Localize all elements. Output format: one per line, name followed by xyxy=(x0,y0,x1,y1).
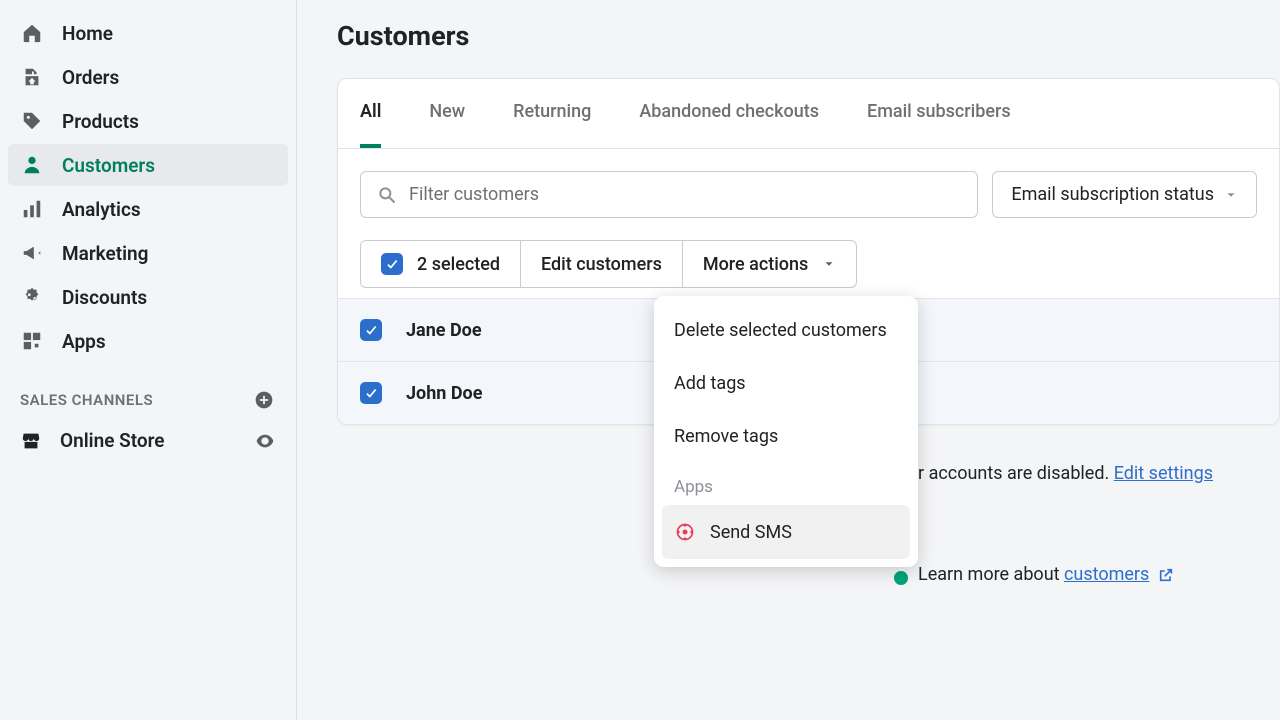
sidebar-item-discounts[interactable]: Discounts xyxy=(8,276,288,318)
tag-icon xyxy=(20,109,44,133)
sidebar-item-label: Customers xyxy=(62,154,155,177)
search-icon xyxy=(377,185,397,205)
customers-link[interactable]: customers xyxy=(1064,564,1149,585)
tabs: All New Returning Abandoned checkouts Em… xyxy=(338,79,1279,149)
menu-delete-customers[interactable]: Delete selected customers xyxy=(662,304,910,357)
channel-online-store[interactable]: Online Store xyxy=(8,420,288,461)
sidebar-item-home[interactable]: Home xyxy=(8,12,288,54)
view-store-button[interactable] xyxy=(254,430,276,452)
sidebar-item-label: Discounts xyxy=(62,286,147,309)
select-all-segment[interactable]: 2 selected xyxy=(360,240,521,288)
menu-add-tags[interactable]: Add tags xyxy=(662,357,910,410)
sms-app-icon xyxy=(674,521,696,543)
sidebar-item-label: Marketing xyxy=(62,242,148,265)
row-checkbox[interactable] xyxy=(360,382,382,404)
sidebar-item-customers[interactable]: Customers xyxy=(8,144,288,186)
customer-name: Jane Doe xyxy=(406,320,482,341)
email-subscription-filter[interactable]: Email subscription status xyxy=(992,171,1257,218)
discount-icon xyxy=(20,285,44,309)
sales-channels-header: SALES CHANNELS xyxy=(8,364,288,420)
sidebar-item-apps[interactable]: Apps xyxy=(8,320,288,362)
selected-count: 2 selected xyxy=(417,254,500,275)
tab-new[interactable]: New xyxy=(429,79,465,148)
plus-circle-icon xyxy=(254,390,274,410)
bullet-dot-icon xyxy=(894,571,908,585)
search-placeholder: Filter customers xyxy=(409,184,539,205)
orders-icon xyxy=(20,65,44,89)
more-actions-button[interactable]: More actions xyxy=(682,240,857,288)
sidebar-item-products[interactable]: Products xyxy=(8,100,288,142)
accounts-disabled-text: r accounts are disabled. xyxy=(918,463,1114,484)
external-link-icon xyxy=(1158,567,1174,583)
chevron-down-icon xyxy=(822,257,836,271)
learn-more-text: Learn more about xyxy=(918,564,1064,585)
bars-icon xyxy=(20,197,44,221)
sidebar-item-label: Apps xyxy=(62,330,106,353)
channel-label: Online Store xyxy=(60,429,165,452)
page-title: Customers xyxy=(337,20,1280,52)
sidebar-item-analytics[interactable]: Analytics xyxy=(8,188,288,230)
grid-icon xyxy=(20,329,44,353)
more-actions-menu: Delete selected customers Add tags Remov… xyxy=(654,296,918,567)
selection-toolbar: 2 selected Edit customers More actions xyxy=(360,240,1257,288)
row-checkbox[interactable] xyxy=(360,319,382,341)
menu-remove-tags[interactable]: Remove tags xyxy=(662,410,910,463)
edit-customers-button[interactable]: Edit customers xyxy=(520,240,683,288)
sidebar-item-label: Analytics xyxy=(62,198,141,221)
filter-label: Email subscription status xyxy=(1011,184,1214,205)
home-icon xyxy=(20,21,44,45)
select-all-checkbox[interactable] xyxy=(381,253,403,275)
megaphone-icon xyxy=(20,241,44,265)
person-icon xyxy=(20,153,44,177)
tab-returning[interactable]: Returning xyxy=(513,79,591,148)
filter-customers-input[interactable]: Filter customers xyxy=(360,171,978,218)
filter-row: Filter customers Email subscription stat… xyxy=(338,149,1279,240)
eye-icon xyxy=(254,430,276,452)
add-channel-button[interactable] xyxy=(252,388,276,412)
sales-channels-label: SALES CHANNELS xyxy=(20,391,153,409)
store-icon xyxy=(20,430,42,452)
tab-email-subscribers[interactable]: Email subscribers xyxy=(867,79,1011,148)
customer-name: John Doe xyxy=(406,383,482,404)
menu-item-label: Send SMS xyxy=(710,522,792,543)
edit-settings-link[interactable]: Edit settings xyxy=(1114,463,1213,484)
menu-send-sms[interactable]: Send SMS xyxy=(662,505,910,559)
sidebar-item-label: Orders xyxy=(62,66,119,89)
chevron-down-icon xyxy=(1224,188,1238,202)
footer-area: r accounts are disabled. Edit settings L… xyxy=(918,463,1213,585)
tab-all[interactable]: All xyxy=(360,79,381,148)
tab-abandoned-checkouts[interactable]: Abandoned checkouts xyxy=(639,79,819,148)
sidebar-item-label: Home xyxy=(62,22,113,45)
sidebar-item-label: Products xyxy=(62,110,139,133)
sidebar-item-marketing[interactable]: Marketing xyxy=(8,232,288,274)
sidebar-item-orders[interactable]: Orders xyxy=(8,56,288,98)
sidebar: Home Orders Products Customers Analytics xyxy=(0,0,297,720)
menu-apps-label: Apps xyxy=(662,463,910,505)
